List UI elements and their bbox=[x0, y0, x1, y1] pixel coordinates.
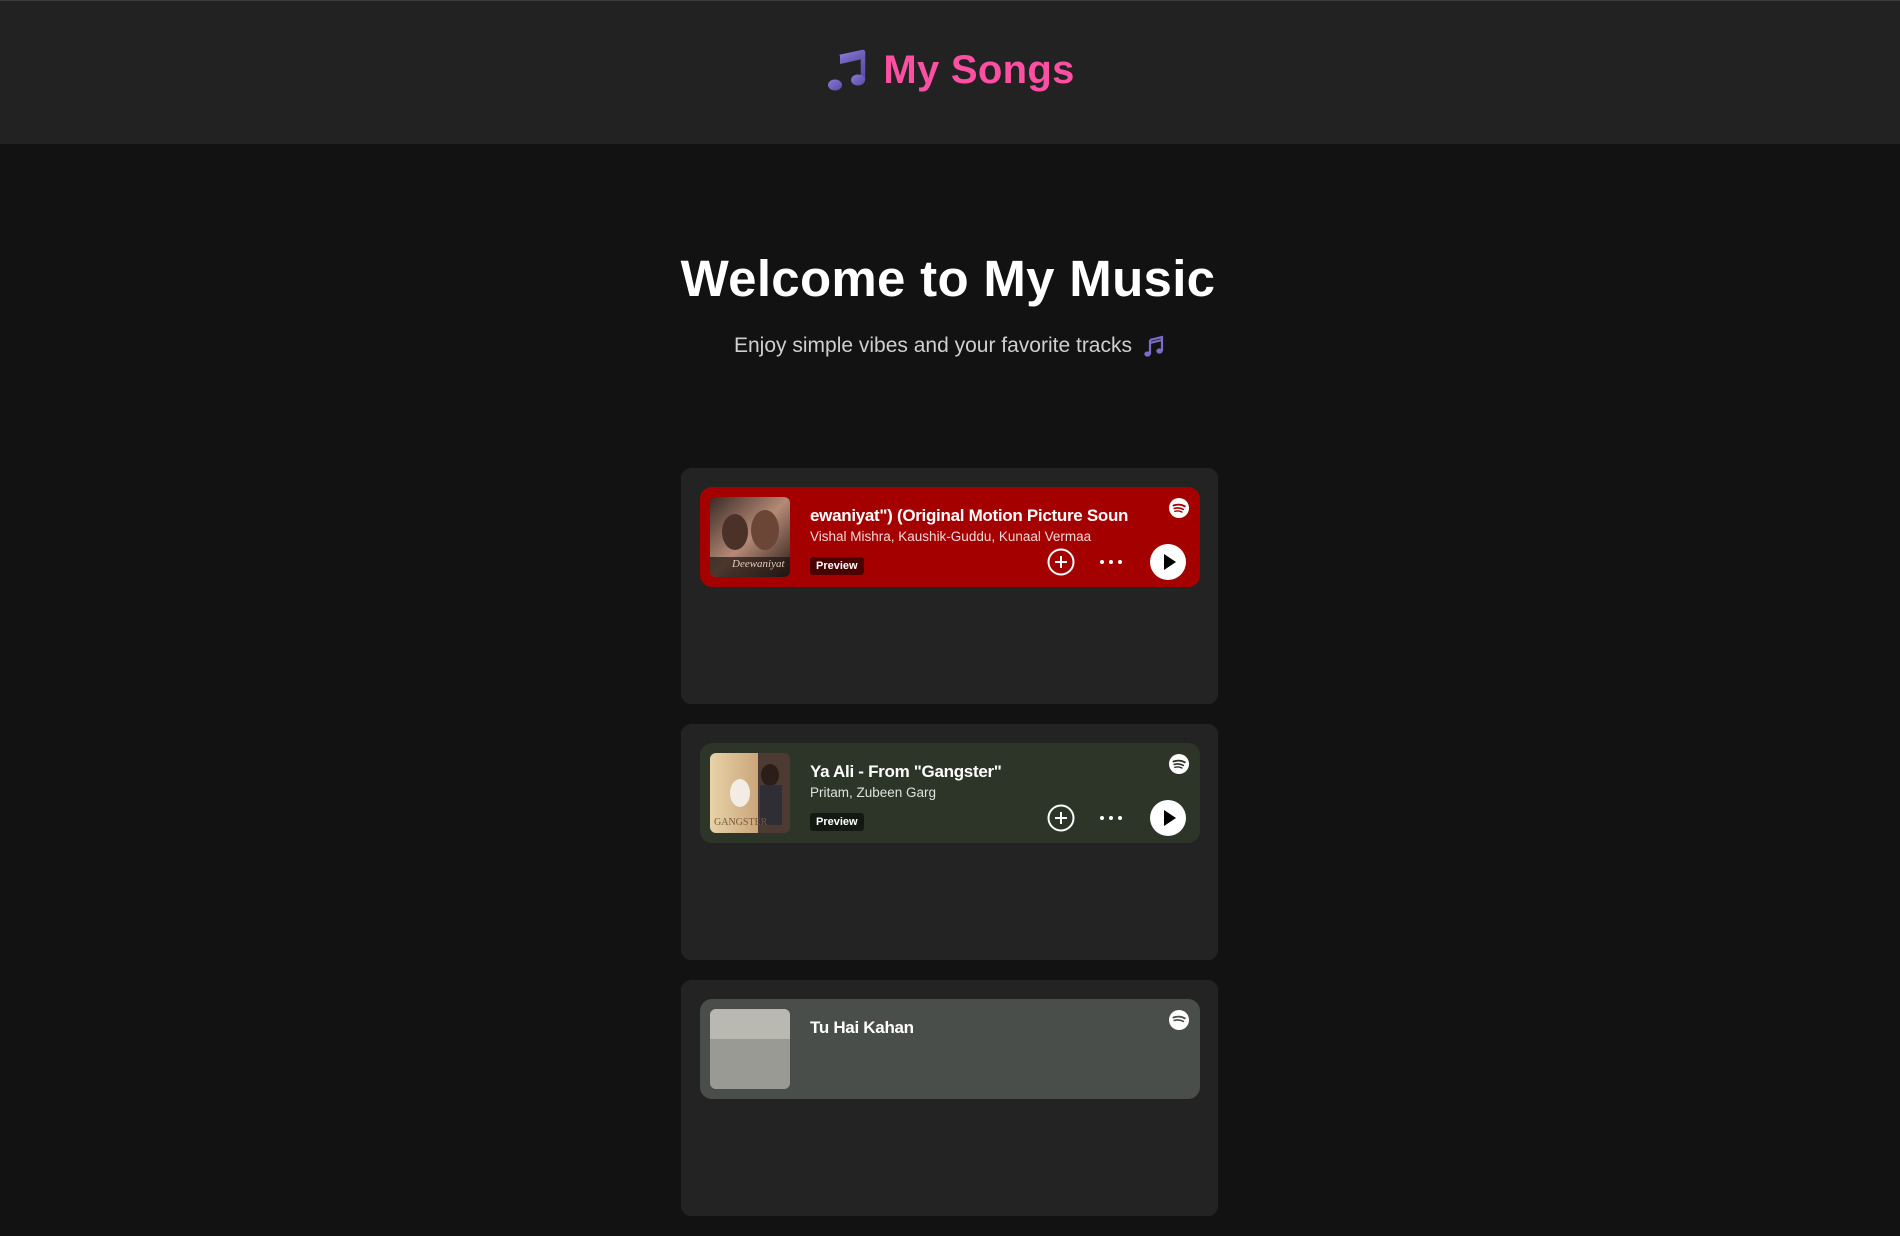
spotify-icon[interactable] bbox=[1168, 753, 1190, 775]
play-icon[interactable] bbox=[1149, 543, 1187, 581]
top-header: My Songs bbox=[0, 0, 1900, 144]
track-title[interactable]: Tu Hai Kahan bbox=[810, 1018, 1150, 1038]
brand: My Songs bbox=[825, 48, 1074, 93]
page-heading: Welcome to My Music bbox=[680, 250, 1216, 307]
spotify-icon[interactable] bbox=[1168, 497, 1190, 519]
track-card: Tu Hai Kahan bbox=[681, 980, 1218, 1216]
track-card: Deewaniyat ewaniyat") (Original Motion P… bbox=[681, 468, 1218, 704]
track-title[interactable]: Ya Ali - From "Gangster" bbox=[810, 762, 1150, 782]
track-list: Deewaniyat ewaniyat") (Original Motion P… bbox=[681, 468, 1218, 1236]
album-art[interactable]: GANGSTER bbox=[710, 753, 790, 833]
hero-subtitle: Enjoy simple vibes and your favorite tra… bbox=[0, 334, 1900, 358]
add-to-library-icon[interactable] bbox=[1046, 547, 1076, 577]
preview-badge: Preview bbox=[810, 557, 864, 575]
spotify-embed[interactable]: Tu Hai Kahan bbox=[700, 999, 1200, 1099]
add-to-library-icon[interactable] bbox=[1046, 803, 1076, 833]
svg-text:Deewaniyat: Deewaniyat bbox=[731, 558, 785, 570]
more-options-icon[interactable] bbox=[1096, 550, 1126, 574]
more-options-icon[interactable] bbox=[1096, 806, 1126, 830]
track-artists[interactable]: Vishal Mishra, Kaushik-Guddu, Kunaal Ver… bbox=[810, 529, 1150, 544]
subtitle-text: Enjoy simple vibes and your favorite tra… bbox=[733, 334, 1132, 357]
preview-badge: Preview bbox=[810, 813, 864, 831]
music-note-icon bbox=[828, 49, 866, 90]
play-icon[interactable] bbox=[1149, 799, 1187, 837]
hero-section: Welcome to My Music Enjoy simple vibes a… bbox=[0, 144, 1900, 358]
track-artists[interactable]: Pritam, Zubeen Garg bbox=[810, 785, 1150, 800]
site-title: My Songs bbox=[883, 48, 1075, 92]
spotify-embed[interactable]: Deewaniyat ewaniyat") (Original Motion P… bbox=[700, 487, 1200, 587]
svg-text:GANGSTER: GANGSTER bbox=[714, 817, 768, 828]
album-art[interactable]: Deewaniyat bbox=[710, 497, 790, 577]
album-art[interactable] bbox=[710, 1009, 790, 1089]
spotify-embed[interactable]: GANGSTER Ya Ali - From "Gangster" Pritam… bbox=[700, 743, 1200, 843]
track-card: GANGSTER Ya Ali - From "Gangster" Pritam… bbox=[681, 724, 1218, 960]
track-title[interactable]: ewaniyat") (Original Motion Picture Soun bbox=[810, 506, 1150, 526]
music-notes-icon bbox=[1144, 335, 1164, 357]
